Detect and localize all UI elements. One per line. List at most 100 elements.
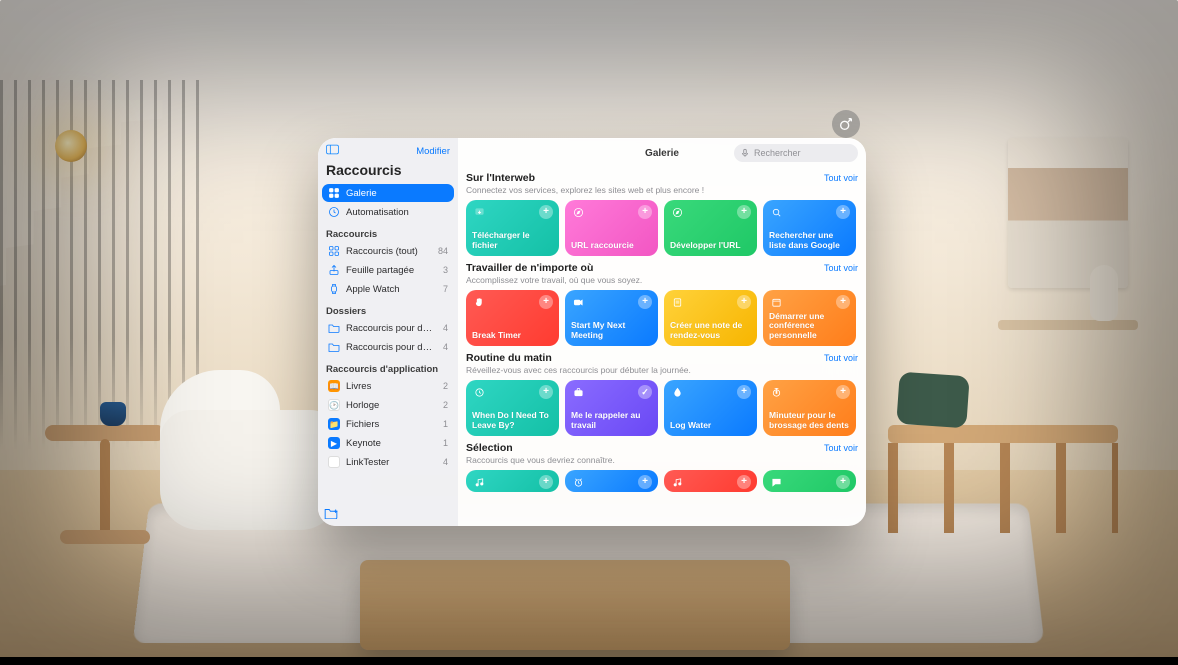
shortcut-label: Développer l'URL — [670, 241, 751, 251]
sidebar-item-label: Galerie — [346, 188, 448, 199]
shortcut-card[interactable]: Minuteur pour le brossage des dents — [763, 380, 856, 436]
sidebar-item-a1[interactable]: 📖Livres2 — [322, 377, 454, 395]
add-shortcut-button[interactable] — [737, 295, 751, 309]
sidebar-item-gallery[interactable]: Galerie — [322, 184, 454, 202]
sidebar-item-a5[interactable]: LinkTester4 — [322, 453, 454, 471]
add-shortcut-button[interactable] — [836, 295, 850, 309]
sidebar-item-a4[interactable]: ▶ Keynote 1 — [322, 434, 454, 452]
brief-icon — [571, 385, 585, 399]
sidebar-title: Raccourcis — [318, 160, 458, 184]
sidebar-item-label: Feuille partagée — [346, 265, 437, 276]
sidebar-item-a3[interactable]: 📁Fichiers1 — [322, 415, 454, 433]
clock-icon — [472, 385, 486, 399]
shortcut-card[interactable] — [565, 470, 658, 492]
search-placeholder: Rechercher — [754, 148, 801, 158]
shortcut-label: Start My Next Meeting — [571, 321, 652, 341]
search-icon — [769, 205, 783, 219]
add-shortcut-button[interactable] — [737, 475, 751, 489]
sidebar-item-watch[interactable]: Apple Watch 7 — [322, 280, 454, 298]
shortcut-label: When Do I Need To Leave By? — [472, 411, 553, 431]
see-all-link[interactable]: Tout voir — [824, 353, 858, 363]
sidebar-item-count: 1 — [443, 438, 448, 448]
shortcut-card[interactable] — [466, 470, 559, 492]
passthrough-button[interactable] — [832, 110, 860, 138]
sidebar-item-label: Apple Watch — [346, 284, 437, 295]
music-icon — [670, 475, 684, 489]
sidebar-item-count: 7 — [443, 284, 448, 294]
sidebar-item-count: 4 — [443, 457, 448, 467]
sidebar-item-count: 2 — [443, 381, 448, 391]
add-shortcut-button[interactable] — [638, 295, 652, 309]
sidebar-item-a2[interactable]: 🕑Horloge2 — [322, 396, 454, 414]
add-shortcut-button[interactable] — [539, 385, 553, 399]
add-shortcut-button[interactable] — [539, 475, 553, 489]
shortcut-label: Démarrer une conférence personnelle — [769, 312, 850, 341]
shortcut-card[interactable]: Start My Next Meeting — [565, 290, 658, 346]
shortcut-card[interactable] — [763, 470, 856, 492]
sidebar-item-f1[interactable]: Raccourcis pour débuter4 — [322, 319, 454, 337]
shortcut-card[interactable]: Créer une note de rendez-vous — [664, 290, 757, 346]
shortcut-label: Break Timer — [472, 331, 553, 341]
shortcut-card[interactable]: URL raccourcie — [565, 200, 658, 256]
sidebar-item-automation[interactable]: Automatisation — [322, 203, 454, 221]
sidebar-item-count: 1 — [443, 419, 448, 429]
shortcut-label: Télécharger le fichier — [472, 231, 553, 251]
sidebar-item-f2[interactable]: Raccourcis pour débuter 4 — [322, 338, 454, 356]
sidebar-item-label: Automatisation — [346, 207, 448, 218]
shortcut-label: URL raccourcie — [571, 241, 652, 251]
see-all-link[interactable]: Tout voir — [824, 443, 858, 453]
shortcut-card[interactable]: Break Timer — [466, 290, 559, 346]
main-pane: Galerie Rechercher Sur l'Interweb Tout vo… — [458, 138, 866, 526]
app-icon: ▶ — [328, 437, 340, 449]
compass-icon — [571, 205, 585, 219]
sidebar-item-count: 2 — [443, 400, 448, 410]
add-shortcut-button[interactable] — [638, 385, 652, 399]
add-shortcut-button[interactable] — [737, 385, 751, 399]
shortcut-label: Rechercher une liste dans Google — [769, 231, 850, 251]
compass-icon — [670, 205, 684, 219]
sidebar-item-all[interactable]: Raccourcis (tout)84 — [322, 242, 454, 260]
shortcut-card[interactable]: Télécharger le fichier — [466, 200, 559, 256]
toggle-sidebar-icon[interactable] — [326, 144, 339, 158]
sidebar-item-label: Raccourcis pour débuter — [346, 342, 437, 353]
section-title: Travailler de n'importe où — [466, 262, 593, 274]
shortcut-card[interactable]: Me le rappeler au travail — [565, 380, 658, 436]
sidebar-item-label: Raccourcis pour débuter — [346, 323, 437, 334]
new-folder-button[interactable] — [324, 507, 338, 522]
shortcut-card[interactable]: When Do I Need To Leave By? — [466, 380, 559, 436]
gallery-section: Routine du matinTout voirRéveillez-vous … — [466, 352, 858, 436]
shortcut-card[interactable]: Développer l'URL — [664, 200, 757, 256]
section-title: Sélection — [466, 442, 513, 454]
toolbar: Galerie Rechercher — [458, 138, 866, 166]
shortcut-card[interactable]: Démarrer une conférence personnelle — [763, 290, 856, 346]
see-all-link[interactable]: Tout voir — [824, 173, 858, 183]
shortcut-label: Me le rappeler au travail — [571, 411, 652, 431]
add-shortcut-button[interactable] — [539, 205, 553, 219]
sidebar-section-heading: Raccourcis d'application — [318, 356, 458, 377]
sidebar-item-count: 4 — [443, 342, 448, 352]
gallery-content: Sur l'InterwebTout voirConnectez vos ser… — [458, 166, 866, 526]
sidebar-item-share[interactable]: Feuille partagée3 — [322, 261, 454, 279]
shortcut-card[interactable] — [664, 470, 757, 492]
search-input[interactable]: Rechercher — [734, 144, 858, 162]
sidebar-section-heading: Dossiers — [318, 298, 458, 319]
section-title: Sur l'Interweb — [466, 172, 535, 184]
add-shortcut-button[interactable] — [539, 295, 553, 309]
section-title: Routine du matin — [466, 352, 552, 364]
alarm-icon — [571, 475, 585, 489]
gallery-section: SélectionTout voirRaccourcis que vous de… — [466, 442, 858, 492]
see-all-link[interactable]: Tout voir — [824, 263, 858, 273]
music-icon — [472, 475, 486, 489]
add-shortcut-button[interactable] — [737, 205, 751, 219]
edit-button[interactable]: Modifier — [416, 146, 450, 157]
add-shortcut-button[interactable] — [638, 205, 652, 219]
add-shortcut-button[interactable] — [836, 205, 850, 219]
add-shortcut-button[interactable] — [836, 385, 850, 399]
shortcut-label: Minuteur pour le brossage des dents — [769, 411, 850, 431]
add-shortcut-button[interactable] — [836, 475, 850, 489]
app-window: Modifier Raccourcis Galerie Automatisatio… — [318, 138, 866, 526]
sidebar-item-label: Keynote — [346, 438, 437, 449]
shortcut-card[interactable]: Rechercher une liste dans Google — [763, 200, 856, 256]
shortcut-card[interactable]: Log Water — [664, 380, 757, 436]
add-shortcut-button[interactable] — [638, 475, 652, 489]
